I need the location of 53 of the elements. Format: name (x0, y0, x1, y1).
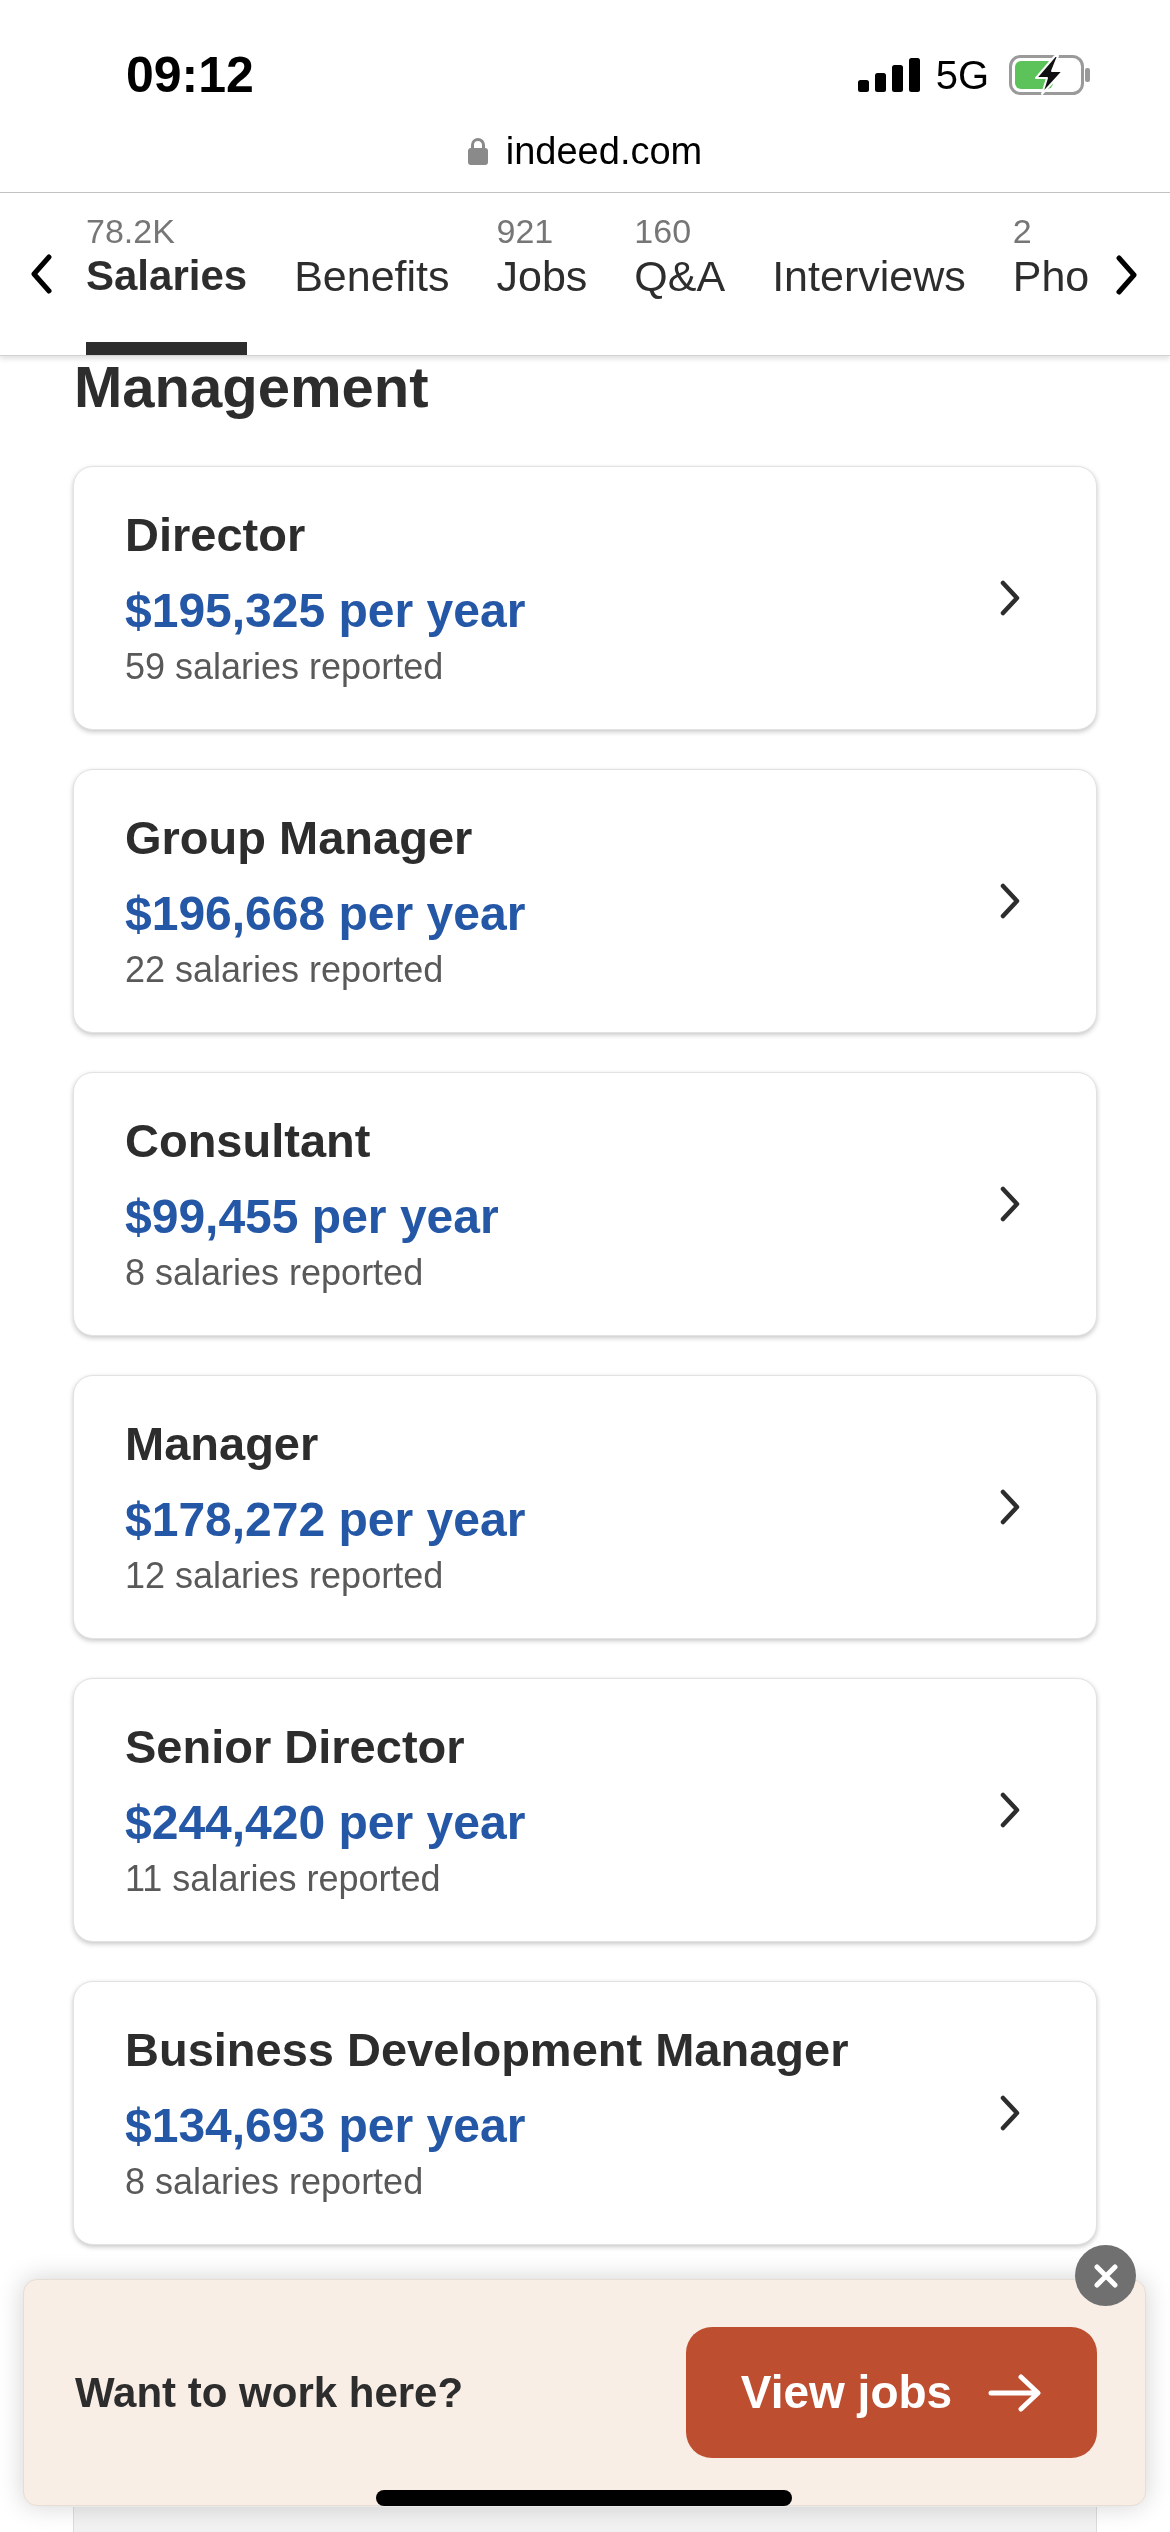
tab-count: 78.2K (86, 211, 175, 251)
job-title: Senior Director (125, 1719, 466, 1775)
battery-charging-icon (1009, 55, 1091, 95)
chevron-right-icon[interactable] (1115, 255, 1139, 295)
tab[interactable]: 78.2K Salaries (86, 193, 248, 355)
salary-count: 59 salaries reported (125, 645, 445, 689)
tab-count: 921 (496, 211, 554, 251)
salary-count: 8 salaries reported (125, 2160, 425, 2204)
salary-amount: $134,693 per year (125, 2098, 527, 2154)
chevron-right-icon (998, 882, 1022, 920)
job-title: Consultant (125, 1113, 372, 1169)
salary-count: 8 salaries reported (125, 1251, 425, 1295)
job-title: Group Manager (125, 810, 474, 866)
salary-amount: $99,455 per year (125, 1189, 499, 1245)
job-title: Manager (125, 1416, 320, 1472)
tab-count: 160 (634, 211, 692, 251)
chevron-right-icon (998, 1791, 1022, 1829)
salary-card[interactable]: Consultant $99,455 per year 8 salaries reported (73, 1072, 1097, 1336)
section-heading: Management (73, 356, 430, 418)
salary-count: 22 salaries reported (125, 948, 445, 992)
salary-amount: $178,272 per year (125, 1492, 526, 1548)
close-icon (1092, 2262, 1119, 2289)
tab[interactable]: 160 Q&A (634, 193, 726, 355)
signal-icon (857, 58, 920, 92)
salary-count: 11 salaries reported (125, 1857, 442, 1901)
banner-text: Want to work here? (75, 2367, 464, 2418)
salary-card[interactable]: Director $195,325 per year 59 salaries reported (73, 466, 1097, 730)
network-label: 5G (935, 52, 989, 99)
job-title: Business Development Manager (125, 2022, 849, 2078)
salary-count: 12 salaries reported (125, 1554, 445, 1598)
view-jobs-button[interactable]: View jobs (686, 2327, 1097, 2458)
chevron-right-icon (998, 1185, 1022, 1223)
lock-icon (467, 137, 488, 165)
salary-amount: $195,325 per year (125, 583, 526, 639)
status-time: 09:12 (126, 46, 254, 105)
chevron-right-icon (998, 579, 1022, 617)
chevron-right-icon (998, 1488, 1022, 1526)
job-title: Director (125, 507, 307, 563)
salary-card[interactable]: Manager $178,272 per year 12 salaries reported (73, 1375, 1097, 1639)
tab[interactable]: Interviews (772, 193, 966, 355)
salary-card[interactable]: Business Development Manager $134,693 per year 8 salaries reported (73, 1981, 1097, 2245)
tab-count: 2 (1012, 211, 1032, 251)
chevron-right-icon (998, 2094, 1022, 2132)
salary-amount: $244,420 per year (125, 1795, 526, 1851)
chevron-left-icon[interactable] (29, 254, 53, 294)
salary-card[interactable]: Group Manager $196,668 per year 22 salaries reported (73, 769, 1097, 1033)
tab[interactable]: 2 Pho (1012, 193, 1090, 355)
address-url[interactable]: indeed.com (505, 128, 703, 174)
tab[interactable]: 921 Jobs (496, 193, 588, 355)
arrow-right-icon (988, 2372, 1043, 2413)
salary-card[interactable]: Senior Director $244,420 per year 11 salaries reported (73, 1678, 1097, 1942)
salary-amount: $196,668 per year (125, 886, 526, 942)
tab[interactable]: Benefits (294, 193, 450, 355)
